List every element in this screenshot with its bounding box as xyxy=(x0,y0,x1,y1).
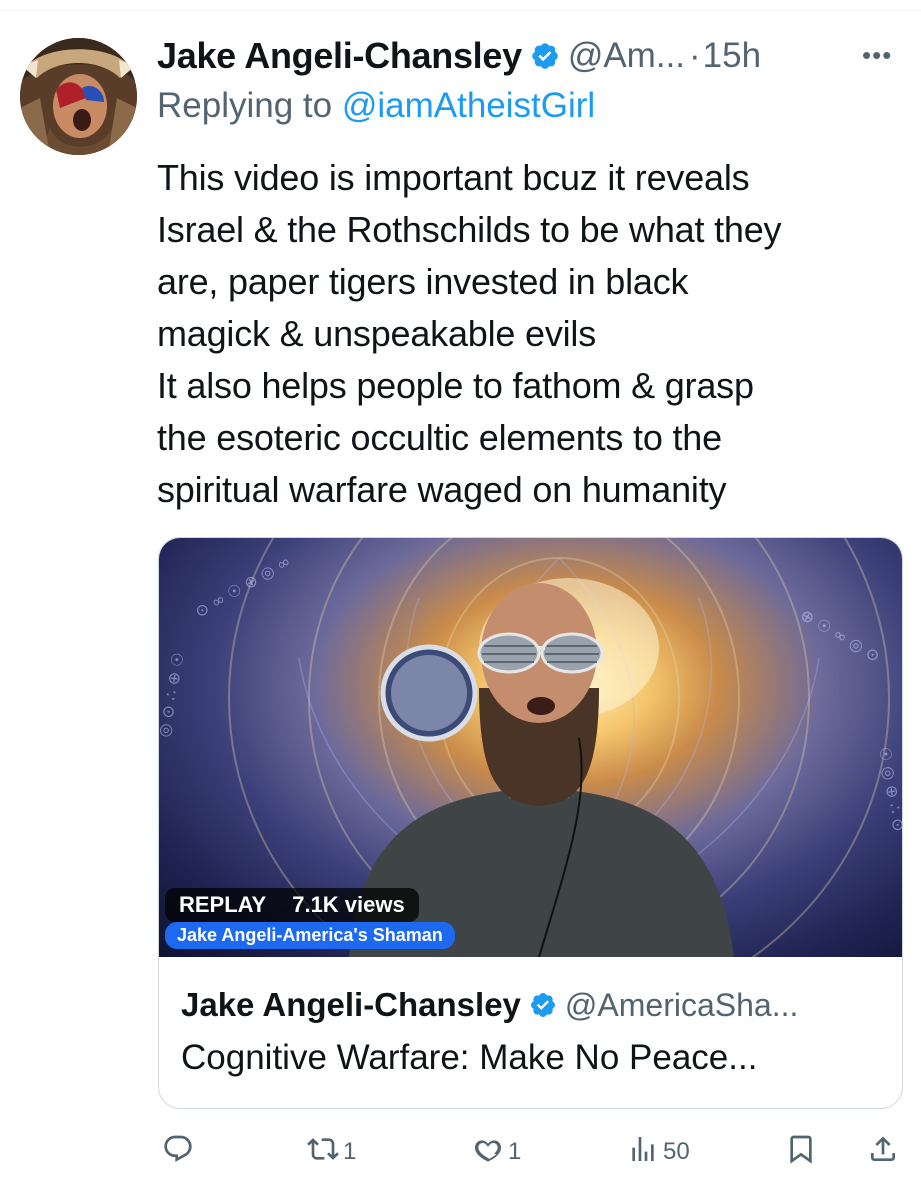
like-count: 1 xyxy=(508,1138,522,1165)
avatar-image xyxy=(20,38,137,155)
channel-tag[interactable]: Jake Angeli-America's Shaman xyxy=(165,922,455,949)
tweet-text-line: It also helps people to fathom & grasp xyxy=(157,365,754,406)
svg-text:◎ ⊙ ∴ ⊕ ☉: ◎ ⊙ ∴ ⊕ ☉ xyxy=(159,651,188,739)
author-name[interactable]: Jake Angeli-Chansley xyxy=(157,35,522,77)
verified-badge-icon xyxy=(529,991,557,1019)
tweet-text-line: Israel & the Rothschilds to be what they xyxy=(157,209,782,250)
reply-icon xyxy=(162,1133,194,1172)
video-stats-pill: REPLAY 7.1K views xyxy=(165,888,419,922)
replying-to: Replying to @iamAtheistGirl xyxy=(157,86,595,126)
heart-icon xyxy=(472,1133,504,1172)
card-author-name[interactable]: Jake Angeli-Chansley xyxy=(181,986,521,1024)
tweet-text-line: This video is important bcuz it reveals xyxy=(157,157,750,198)
views-icon xyxy=(627,1133,659,1172)
svg-text:⊙ ∞ ☉ ⊕ ◎ ∞: ⊙ ∞ ☉ ⊕ ◎ ∞ xyxy=(192,551,294,621)
tweet-text-line: the esoteric occultic elements to the xyxy=(157,417,722,458)
replying-to-mention[interactable]: @iamAtheistGirl xyxy=(342,86,595,125)
share-icon xyxy=(867,1133,899,1172)
view-count: 7.1K views xyxy=(292,892,405,917)
card-author-handle[interactable]: @AmericaSha... xyxy=(565,987,798,1024)
verified-badge-icon xyxy=(530,41,560,71)
retweet-button[interactable]: 1 xyxy=(307,1128,356,1176)
video-thumbnail[interactable]: ⊙ ∞ ☉ ⊕ ◎ ∞ ◎ ⊙ ∴ ⊕ ☉ ⊕ ☉ ∞ ◎ ⊙ ☉ ◎ ⊕ ∴ … xyxy=(159,538,902,957)
share-button[interactable] xyxy=(867,1128,899,1176)
more-options-icon[interactable]: ••• xyxy=(862,40,892,71)
divider xyxy=(0,10,921,11)
timestamp[interactable]: 15h xyxy=(703,36,761,76)
author-handle[interactable]: @Am... xyxy=(568,36,685,76)
reply-button[interactable] xyxy=(162,1128,198,1176)
like-button[interactable]: 1 xyxy=(472,1128,521,1176)
bookmark-icon xyxy=(785,1133,817,1172)
svg-text:☉ ◎ ⊕ ∴ ⊙: ☉ ◎ ⊕ ∴ ⊙ xyxy=(875,745,902,833)
separator-dot: · xyxy=(689,36,701,75)
tweet-text-line: magick & unspeakable evils xyxy=(157,313,597,354)
video-card[interactable]: ⊙ ∞ ☉ ⊕ ◎ ∞ ◎ ⊙ ∴ ⊕ ☉ ⊕ ☉ ∞ ◎ ⊙ ☉ ◎ ⊕ ∴ … xyxy=(158,537,903,1109)
tweet-text-line: spiritual warfare waged on humanity xyxy=(157,469,727,510)
tweet-text: This video is important bcuz it reveals … xyxy=(157,152,897,516)
tweet-text-line: are, paper tigers invested in black xyxy=(157,261,689,302)
card-title[interactable]: Cognitive Warfare: Make No Peace... xyxy=(181,1038,757,1078)
card-author: Jake Angeli-Chansley @AmericaSha... xyxy=(181,986,798,1024)
action-bar: 1 1 50 xyxy=(162,1128,902,1176)
bookmark-button[interactable] xyxy=(785,1128,817,1176)
avatar[interactable] xyxy=(20,38,137,155)
retweet-icon xyxy=(307,1133,339,1172)
retweet-count: 1 xyxy=(343,1138,357,1165)
replay-label[interactable]: REPLAY xyxy=(179,892,266,918)
views-button[interactable]: 50 xyxy=(627,1128,690,1176)
svg-text:⊕ ☉ ∞ ◎ ⊙: ⊕ ☉ ∞ ◎ ⊙ xyxy=(797,605,883,666)
views-count: 50 xyxy=(663,1138,690,1165)
tweet-header: Jake Angeli-Chansley @Am... · 15h xyxy=(157,30,902,82)
replying-prefix: Replying to xyxy=(157,86,342,125)
